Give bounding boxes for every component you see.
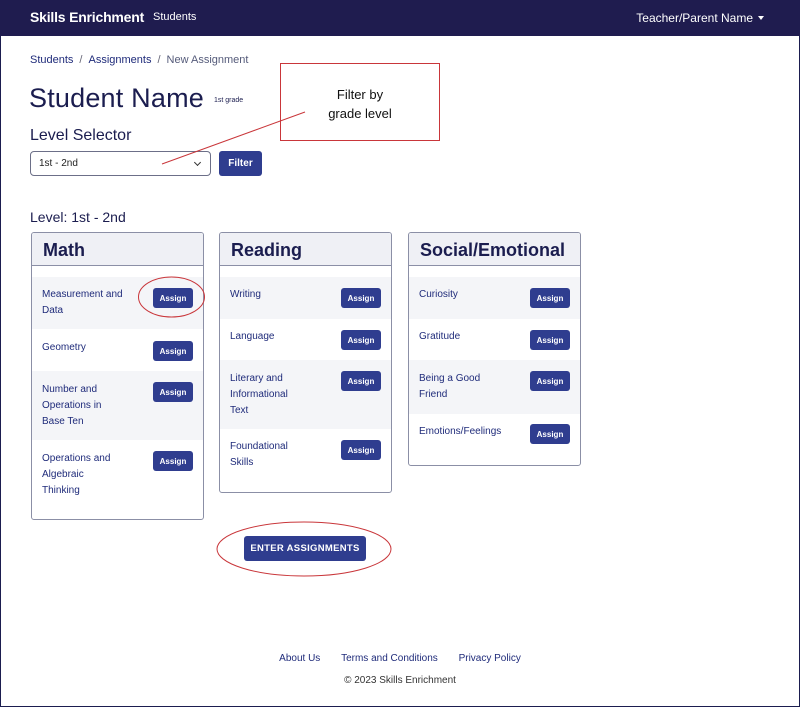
assign-button[interactable]: Assign: [153, 451, 193, 471]
annotation-callout-box: Filter by grade level: [280, 63, 440, 141]
footer-link-terms[interactable]: Terms and Conditions: [341, 653, 438, 664]
filter-button[interactable]: Filter: [219, 151, 262, 176]
level-select-value: 1st - 2nd: [39, 158, 78, 169]
assign-button[interactable]: Assign: [153, 382, 193, 402]
skill-row-geometry: Geometry Assign: [32, 329, 203, 371]
assign-button[interactable]: Assign: [530, 288, 570, 308]
breadcrumb-separator: /: [79, 54, 83, 66]
user-menu-label: Teacher/Parent Name: [636, 11, 753, 25]
skill-row-number-and-operations: Number and Operations in Base Ten Assign: [32, 371, 203, 440]
skill-row-being-a-good-friend: Being a Good Friend Assign: [409, 360, 580, 414]
assign-button[interactable]: Assign: [530, 371, 570, 391]
skill-row-curiosity: Curiosity Assign: [409, 277, 580, 319]
breadcrumb-assignments[interactable]: Assignments: [88, 54, 151, 66]
page-title-student-name: Student Name: [29, 83, 204, 113]
breadcrumb: Students / Assignments / New Assignment: [30, 54, 248, 66]
skill-label: Literary and Informational Text: [230, 373, 288, 416]
skill-label: Being a Good Friend: [419, 373, 481, 400]
breadcrumb-students[interactable]: Students: [30, 54, 73, 66]
grade-badge: 1st grade: [214, 97, 244, 104]
skill-row-literary-and-informational: Literary and Informational Text Assign: [220, 360, 391, 429]
social-emotional-card: Social/Emotional Curiosity Assign Gratit…: [408, 232, 581, 466]
annotation-callout-line-1: Filter by: [336, 87, 384, 102]
assign-button[interactable]: Assign: [341, 371, 381, 391]
level-heading: Level: 1st - 2nd: [30, 209, 126, 225]
enter-assignments-button[interactable]: ENTER ASSIGNMENTS: [244, 536, 366, 561]
skill-label: Writing: [230, 289, 261, 300]
footer-links: About Us Terms and Conditions Privacy Po…: [0, 653, 800, 664]
nav-link-students[interactable]: Students: [153, 11, 196, 23]
breadcrumb-current-page: New Assignment: [166, 54, 249, 66]
assign-button[interactable]: Assign: [341, 330, 381, 350]
level-selector-label: Level Selector: [30, 127, 132, 144]
footer-link-about[interactable]: About Us: [279, 653, 320, 664]
skill-label: Number and Operations in Base Ten: [42, 384, 102, 427]
skill-label: Emotions/Feelings: [419, 426, 502, 437]
skill-row-emotions-feelings: Emotions/Feelings Assign: [409, 414, 580, 462]
skill-row-foundational-skills: Foundational Skills Assign: [220, 429, 391, 489]
skill-label: Geometry: [42, 342, 86, 353]
reading-card: Reading Writing Assign Language Assign L…: [219, 232, 392, 493]
skill-label: Curiosity: [419, 289, 458, 300]
caret-down-icon: [758, 16, 764, 20]
skill-row-operations-and-algebraic: Operations and Algebraic Thinking Assign: [32, 440, 203, 510]
top-navbar: Skills Enrichment Students Teacher/Paren…: [0, 0, 800, 36]
skill-label: Gratitude: [419, 331, 461, 342]
skill-label: Language: [230, 331, 275, 342]
assign-button[interactable]: Assign: [530, 424, 570, 444]
skill-row-measurement-and-data: Measurement and Data Assign: [32, 277, 203, 329]
social-emotional-card-title: Social/Emotional: [409, 233, 580, 266]
level-select-dropdown[interactable]: 1st - 2nd: [30, 151, 211, 176]
skill-row-writing: Writing Assign: [220, 277, 391, 319]
skill-label: Foundational Skills: [230, 441, 288, 468]
footer-copyright: © 2023 Skills Enrichment: [344, 675, 456, 686]
annotation-callout-line-2: grade level: [328, 106, 392, 121]
assign-button[interactable]: Assign: [153, 288, 193, 308]
math-card-title: Math: [32, 233, 203, 266]
skill-label: Operations and Algebraic Thinking: [42, 453, 111, 496]
skill-row-gratitude: Gratitude Assign: [409, 319, 580, 360]
skill-label: Measurement and Data: [42, 289, 123, 316]
assign-button[interactable]: Assign: [530, 330, 570, 350]
user-menu-dropdown[interactable]: Teacher/Parent Name: [636, 11, 764, 25]
assign-button[interactable]: Assign: [341, 440, 381, 460]
skill-row-language: Language Assign: [220, 319, 391, 360]
assign-button[interactable]: Assign: [153, 341, 193, 361]
reading-card-title: Reading: [220, 233, 391, 266]
brand-logo-text[interactable]: Skills Enrichment: [30, 9, 144, 25]
chevron-down-icon: [193, 158, 202, 167]
footer-link-privacy[interactable]: Privacy Policy: [459, 653, 521, 664]
math-card: Math Measurement and Data Assign Geometr…: [31, 232, 204, 520]
breadcrumb-separator: /: [157, 54, 161, 66]
assign-button[interactable]: Assign: [341, 288, 381, 308]
